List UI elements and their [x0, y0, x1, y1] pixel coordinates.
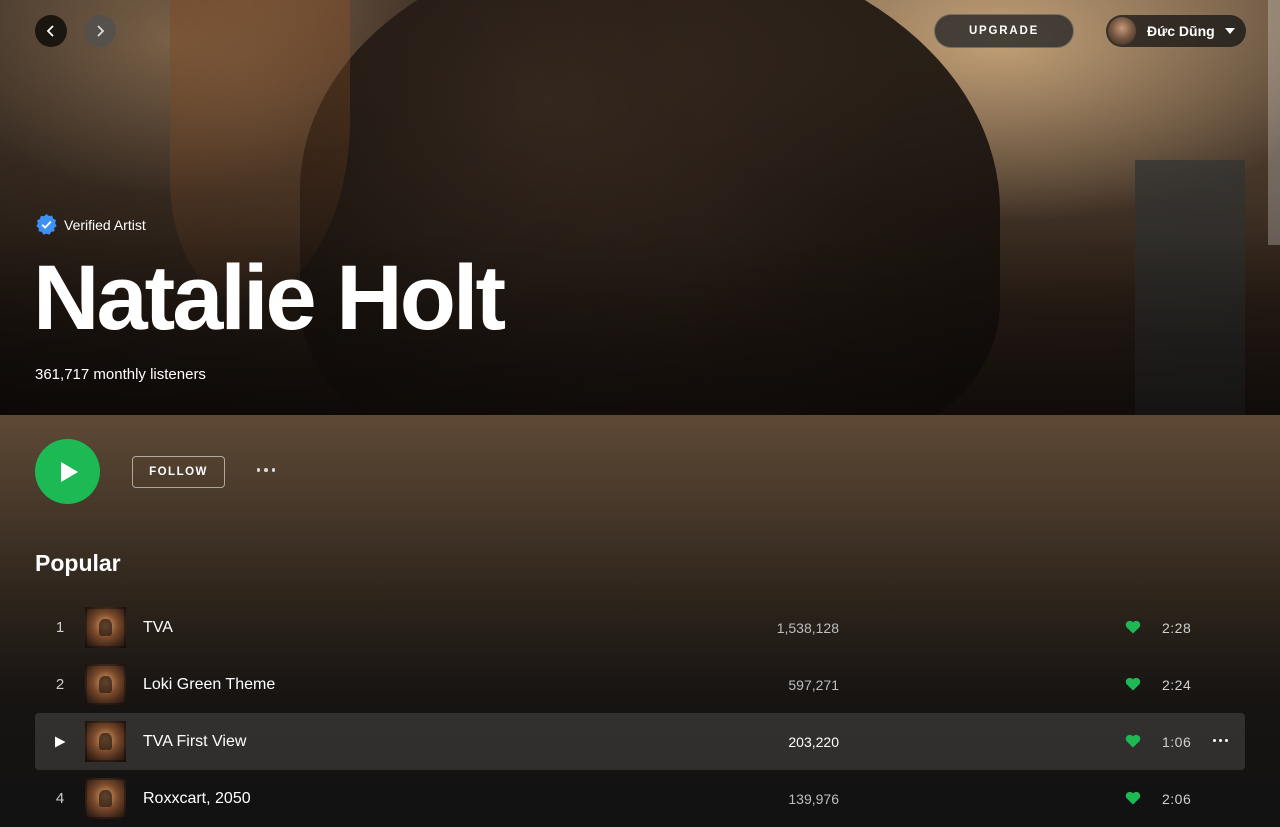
- track-duration: 1:06: [1162, 733, 1192, 750]
- avatar: [1108, 17, 1136, 45]
- heart-icon[interactable]: [1125, 676, 1141, 692]
- chevron-right-icon: [97, 25, 105, 37]
- track-play-button[interactable]: [45, 713, 75, 770]
- track-play-count: 1,538,128: [776, 619, 839, 636]
- forward-button[interactable]: [84, 15, 116, 47]
- more-dot-icon: [1218, 738, 1222, 742]
- popular-tracks-list: 1 TVA 1,538,128 2:28 2 Loki Green Theme …: [35, 599, 1245, 827]
- more-dot-icon: [271, 468, 276, 472]
- track-cover-art: [85, 664, 126, 705]
- scrollbar-thumb[interactable]: [1268, 0, 1280, 245]
- track-number: 2: [55, 676, 65, 693]
- track-title: Roxxcart, 2050: [143, 789, 251, 807]
- play-icon: [60, 461, 78, 482]
- verified-label: Verified Artist: [64, 216, 146, 233]
- upgrade-button[interactable]: UPGRADE: [934, 14, 1074, 48]
- track-row[interactable]: 4 Roxxcart, 2050 139,976 2:06: [35, 770, 1245, 827]
- popular-section-title: Popular: [35, 550, 121, 576]
- chevron-left-icon: [46, 25, 54, 37]
- track-cover-art: [85, 721, 126, 762]
- track-cover-art: [85, 778, 126, 819]
- track-duration: 2:24: [1162, 676, 1192, 693]
- track-number: 4: [55, 790, 65, 807]
- heart-icon[interactable]: [1125, 790, 1141, 806]
- hero-shade-overlay: [0, 0, 1280, 415]
- heart-icon[interactable]: [1125, 619, 1141, 635]
- more-dot-icon: [1212, 738, 1216, 742]
- more-dot-icon: [1224, 738, 1228, 742]
- more-options-button[interactable]: [250, 460, 282, 480]
- track-row[interactable]: 2 Loki Green Theme 597,271 2:24: [35, 656, 1245, 713]
- track-more-button[interactable]: [1209, 734, 1231, 746]
- play-button[interactable]: [35, 439, 100, 504]
- track-cover-art: [85, 607, 126, 648]
- track-duration: 2:06: [1162, 790, 1192, 807]
- verified-check-icon: [36, 213, 57, 235]
- track-play-count: 139,976: [788, 790, 839, 807]
- user-menu-button[interactable]: Đức Dũng: [1106, 15, 1246, 47]
- play-icon: [55, 736, 66, 747]
- user-name: Đức Dũng: [1147, 23, 1215, 39]
- track-number: 1: [55, 619, 65, 636]
- verified-badge: Verified Artist: [35, 213, 146, 236]
- track-row[interactable]: 1 TVA 1,538,128 2:28: [35, 599, 1245, 656]
- back-button[interactable]: [35, 15, 67, 47]
- caret-down-icon: [1224, 28, 1235, 34]
- more-dot-icon: [256, 468, 261, 472]
- track-title: TVA First View: [143, 732, 247, 750]
- monthly-listeners: 361,717 monthly listeners: [35, 366, 206, 383]
- track-play-count: 203,220: [788, 733, 839, 750]
- follow-button[interactable]: FOLLOW: [132, 456, 225, 488]
- track-duration: 2:28: [1162, 619, 1192, 636]
- heart-icon[interactable]: [1125, 733, 1141, 749]
- track-row[interactable]: TVA First View 203,220 1:06: [35, 713, 1245, 770]
- artist-hero-banner: [0, 0, 1280, 415]
- track-title: TVA: [143, 618, 173, 636]
- track-play-count: 597,271: [788, 676, 839, 693]
- more-dot-icon: [264, 468, 268, 472]
- track-title: Loki Green Theme: [143, 675, 276, 693]
- artist-name: Natalie Holt: [33, 247, 506, 349]
